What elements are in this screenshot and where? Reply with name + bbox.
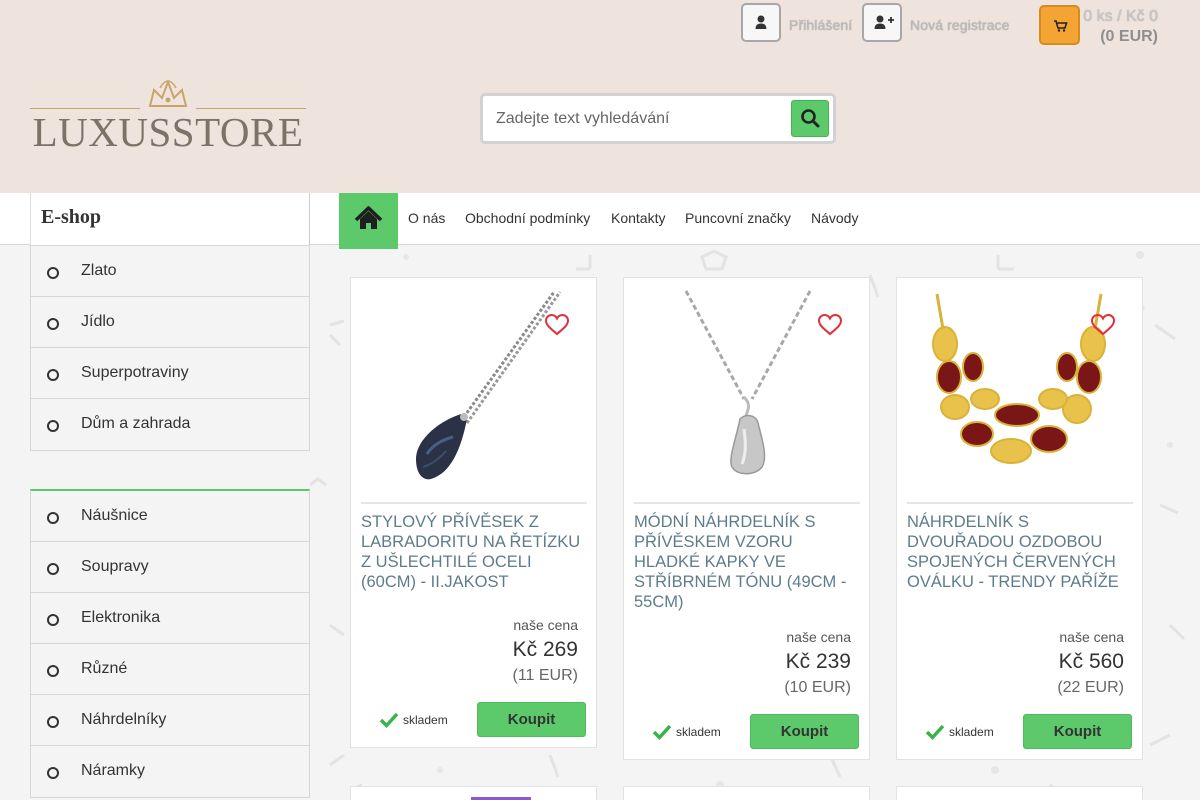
price-label: naše cena [1059, 629, 1124, 645]
product-title[interactable]: MÓDNÍ NÁHRDELNÍK S PŘÍVĚSKEM VZORU HLADK… [634, 512, 860, 612]
crown-icon [148, 79, 188, 107]
sidebar-item-elektronika[interactable]: Elektronika [31, 593, 309, 644]
register-link[interactable]: Nová registrace [910, 17, 1010, 33]
sidebar-item-label: Zlato [81, 262, 117, 279]
product-card-partial [623, 786, 870, 800]
nav-contacts[interactable]: Kontakty [611, 210, 665, 226]
product-image[interactable] [634, 289, 860, 504]
check-icon [652, 724, 672, 741]
price-label: naše cena [786, 629, 851, 645]
cart-button[interactable] [1039, 5, 1080, 45]
sidebar-item-nausnice[interactable]: Náušnice [31, 491, 309, 542]
stock-text: skladem [403, 713, 448, 727]
buy-button[interactable]: Koupit [1023, 714, 1132, 749]
stock-status: skladem [379, 711, 479, 731]
sidebar-item-label: Superpotraviny [81, 364, 189, 381]
sidebar-item-label: Dům a zahrada [81, 415, 191, 432]
eshop-title: E-shop [30, 193, 310, 245]
product-card-partial [896, 786, 1143, 800]
sidebar-item-label: Náušnice [81, 507, 148, 524]
buy-button[interactable]: Koupit [750, 714, 859, 749]
site-logo[interactable]: LUXUSSTORE [30, 76, 306, 156]
sidebar-item-naramky[interactable]: Náramky [31, 746, 309, 797]
search-button[interactable] [791, 100, 829, 137]
search-input[interactable] [483, 96, 783, 141]
buy-button[interactable]: Koupit [477, 702, 586, 737]
sidebar-item-label: Různé [81, 660, 128, 677]
sidebar-item-label: Náhrdelníky [81, 711, 167, 728]
sidebar-item-soupravy[interactable]: Soupravy [31, 542, 309, 593]
stock-status: skladem [925, 723, 1025, 743]
search-box [480, 93, 836, 144]
sidebar-item-label: Elektronika [81, 609, 161, 626]
circle-icon [47, 369, 59, 381]
stock-status: skladem [652, 723, 752, 743]
product-card: STYLOVÝ PŘÍVĚSEK Z LABRADORITU NA ŘETÍZK… [350, 277, 597, 748]
price-label: naše cena [513, 617, 578, 633]
sidebar-item-ruzne[interactable]: Různé [31, 644, 309, 695]
register-button[interactable] [862, 3, 902, 42]
nav-guides[interactable]: Návody [811, 210, 858, 226]
product-card: NÁHRDELNÍK S DVOUŘADOU OZDOBOU SPOJENÝCH… [896, 277, 1143, 760]
price-eur: (10 EUR) [784, 679, 851, 696]
price-eur: (22 EUR) [1057, 679, 1124, 696]
circle-icon [47, 665, 59, 677]
sidebar-categories-1: Zlato Jídlo Superpotraviny Dům a zahrada [30, 245, 310, 451]
sidebar-item-label: Jídlo [81, 313, 115, 330]
product-image[interactable] [361, 289, 587, 504]
sidebar-categories-2: Náušnice Soupravy Elektronika Různé Náhr… [30, 489, 310, 798]
circle-icon [47, 420, 59, 432]
home-icon [354, 206, 383, 229]
shopping-cart-icon [1054, 20, 1068, 32]
check-icon [379, 712, 399, 729]
sidebar-item-label: Náramky [81, 762, 146, 779]
price-eur: (11 EUR) [512, 667, 579, 684]
stock-text: skladem [949, 725, 994, 739]
heart-icon[interactable] [544, 313, 570, 337]
sidebar-item-nahrdelniky[interactable]: Náhrdelníky [31, 695, 309, 746]
cart-summary[interactable]: 0 ks / Kč 0 [1082, 8, 1158, 26]
sidebar-item-superpotraviny[interactable]: Superpotraviny [31, 348, 309, 399]
circle-icon [47, 614, 59, 626]
circle-icon [47, 767, 59, 779]
cart-summary-eur[interactable]: (0 EUR) [1082, 28, 1158, 46]
search-icon [801, 109, 820, 128]
nav-hallmarks[interactable]: Puncovní značky [685, 210, 791, 226]
circle-icon [47, 318, 59, 330]
circle-icon [47, 512, 59, 524]
sidebar-item-jidlo[interactable]: Jídlo [31, 297, 309, 348]
product-title[interactable]: NÁHRDELNÍK S DVOUŘADOU OZDOBOU SPOJENÝCH… [907, 512, 1133, 592]
home-button[interactable] [339, 193, 398, 249]
heart-icon[interactable] [1090, 313, 1116, 337]
price: Kč 560 [1058, 650, 1124, 673]
sidebar-item-zlato[interactable]: Zlato [31, 246, 309, 297]
circle-icon [47, 563, 59, 575]
heart-icon[interactable] [817, 313, 843, 337]
login-link[interactable]: Přihlášení [789, 17, 852, 33]
circle-icon [47, 267, 59, 279]
product-title[interactable]: STYLOVÝ PŘÍVĚSEK Z LABRADORITU NA ŘETÍZK… [361, 512, 587, 592]
check-icon [925, 724, 945, 741]
price: Kč 269 [512, 638, 578, 661]
login-button[interactable] [741, 3, 781, 42]
user-icon [755, 15, 767, 29]
product-card-partial [350, 786, 597, 800]
sidebar-item-dum-a-zahrada[interactable]: Dům a zahrada [31, 399, 309, 450]
price: Kč 239 [785, 650, 851, 673]
stock-text: skladem [676, 725, 721, 739]
nav-terms[interactable]: Obchodní podmínky [465, 210, 590, 226]
nav-about[interactable]: O nás [408, 210, 445, 226]
product-image[interactable] [907, 289, 1133, 504]
product-card: MÓDNÍ NÁHRDELNÍK S PŘÍVĚSKEM VZORU HLADK… [623, 277, 870, 760]
sidebar-item-label: Soupravy [81, 558, 149, 575]
circle-icon [47, 716, 59, 728]
logo-text: LUXUSSTORE [32, 109, 304, 155]
user-plus-icon [874, 15, 894, 29]
